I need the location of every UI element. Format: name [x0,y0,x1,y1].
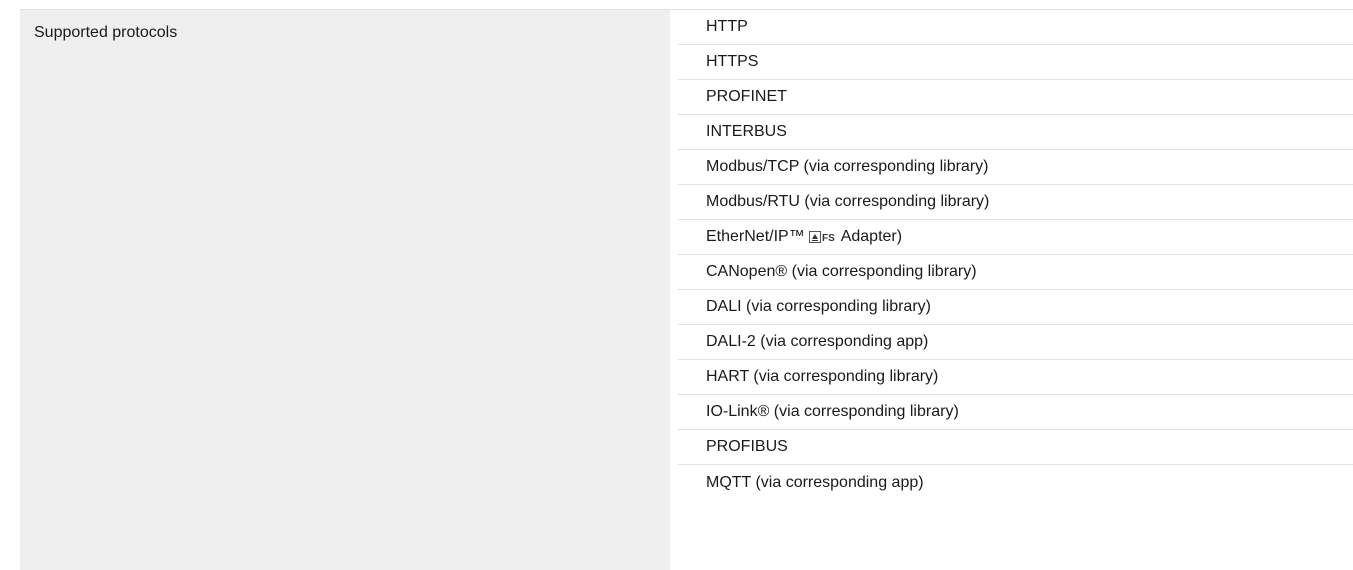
protocol-modbus-rtu: Modbus/RTU (via corresponding library) [706,193,990,210]
protocol-modbus-tcp: Modbus/TCP (via corresponding library) [706,158,989,175]
fs-badge-text: FS [822,233,835,243]
protocol-profinet: PROFINET [706,88,787,105]
spec-label-cell: Supported protocols [20,10,670,570]
list-item: PROFINET [678,80,1353,115]
spec-label: Supported protocols [34,24,178,41]
protocol-dali-2: DALI-2 (via corresponding app) [706,333,929,350]
list-item: DALI (via corresponding library) [678,290,1353,325]
protocol-http: HTTP [706,18,748,35]
list-item: HTTP [678,10,1353,45]
protocol-profibus: PROFIBUS [706,438,788,455]
protocol-https: HTTPS [706,53,759,70]
protocol-interbus: INTERBUS [706,123,787,140]
list-item: EtherNet/IP™ FS Adapter) [678,220,1353,255]
protocol-ethernet-ip: EtherNet/IP™ [706,228,805,245]
spec-table: Supported protocols HTTP HTTPS PROFINET … [20,9,1353,570]
list-item: INTERBUS [678,115,1353,150]
protocol-canopen: CANopen® (via corresponding library) [706,263,977,280]
spec-values-list: HTTP HTTPS PROFINET INTERBUS Modbus/TCP … [670,10,1353,570]
list-item: PROFIBUS [678,430,1353,465]
list-item: Modbus/RTU (via corresponding library) [678,185,1353,220]
list-item: CANopen® (via corresponding library) [678,255,1353,290]
list-item: DALI-2 (via corresponding app) [678,325,1353,360]
list-item: Modbus/TCP (via corresponding library) [678,150,1353,185]
list-item: IO-Link® (via corresponding library) [678,395,1353,430]
list-item: HART (via corresponding library) [678,360,1353,395]
list-item: HTTPS [678,45,1353,80]
protocol-io-link: IO-Link® (via corresponding library) [706,403,959,420]
tuv-functional-safety-icon: FS [808,231,839,243]
protocol-dali: DALI (via corresponding library) [706,298,931,315]
protocol-mqtt: MQTT (via corresponding app) [706,473,924,491]
list-item: MQTT (via corresponding app) [678,465,1353,500]
protocol-hart: HART (via corresponding library) [706,368,939,385]
ethernet-ip-suffix: Adapter) [840,228,903,245]
